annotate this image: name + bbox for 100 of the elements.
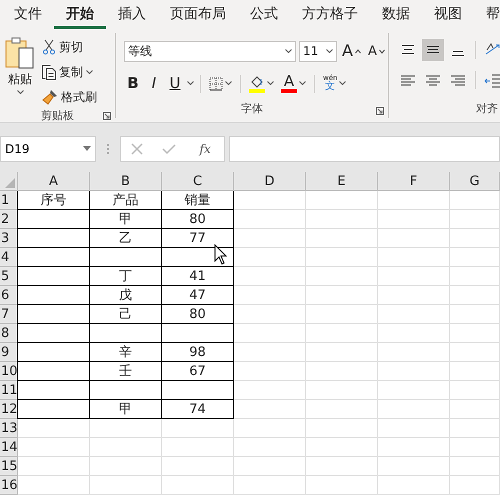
table-cell[interactable] [17, 381, 90, 400]
table-cell[interactable]: 98 [162, 343, 234, 362]
table-cell[interactable] [162, 324, 234, 344]
table-cell[interactable]: 丁 [90, 267, 162, 286]
row-header[interactable]: 7 [0, 305, 18, 324]
table-cell[interactable] [17, 324, 90, 344]
table-cell[interactable]: 己 [90, 305, 162, 324]
row-header[interactable]: 6 [0, 286, 18, 306]
table-cell[interactable]: 序号 [17, 191, 90, 210]
grid-cell[interactable] [450, 267, 500, 286]
ribbon-tab[interactable]: 视图 [422, 0, 474, 29]
table-cell[interactable] [17, 248, 90, 268]
italic-button[interactable]: I [145, 74, 163, 94]
table-cell[interactable]: 甲 [90, 210, 162, 230]
grid-cell[interactable] [378, 286, 450, 306]
grid-cell[interactable] [18, 419, 90, 438]
grid-cell[interactable] [450, 324, 500, 344]
grid-cell[interactable] [450, 419, 500, 438]
ribbon-tab[interactable]: 文件 [2, 0, 54, 29]
grid-cell[interactable] [450, 191, 500, 210]
grid-cell[interactable] [162, 476, 234, 495]
row-header[interactable]: 9 [0, 343, 18, 362]
column-header[interactable]: D [234, 172, 306, 192]
grid-cell[interactable] [306, 286, 378, 306]
table-cell[interactable] [162, 381, 234, 400]
grid-cell[interactable] [306, 362, 378, 382]
grid-cell[interactable] [18, 476, 90, 495]
grid-cell[interactable] [450, 381, 500, 400]
table-cell[interactable] [17, 267, 90, 286]
paste-button[interactable]: 粘贴 [0, 32, 40, 108]
cut-button[interactable]: 剪切 [40, 36, 99, 58]
table-cell[interactable]: 销量 [162, 191, 234, 210]
grid-cell[interactable] [450, 286, 500, 306]
grid-cell[interactable] [378, 362, 450, 382]
grid-cell[interactable] [378, 343, 450, 362]
grid-cell[interactable] [306, 305, 378, 324]
grid-cell[interactable] [234, 305, 306, 324]
grid-cell[interactable] [234, 476, 306, 495]
grow-font-button[interactable]: A [340, 41, 363, 62]
grid-cell[interactable] [306, 343, 378, 362]
grid-cell[interactable] [450, 343, 500, 362]
grid-cell[interactable] [306, 419, 378, 438]
row-header[interactable]: 8 [0, 324, 18, 344]
row-header[interactable]: 3 [0, 229, 18, 248]
grid-cell[interactable] [306, 248, 378, 268]
ribbon-tab[interactable]: 帮 [474, 0, 500, 29]
grid-cell[interactable] [306, 381, 378, 400]
grid-cell[interactable] [450, 210, 500, 230]
table-cell[interactable]: 戊 [90, 286, 162, 306]
align-button[interactable] [422, 38, 444, 61]
table-cell[interactable]: 甲 [90, 400, 162, 420]
insert-function-button[interactable]: fx [196, 138, 214, 159]
table-cell[interactable] [17, 400, 90, 420]
check-icon[interactable] [162, 142, 176, 155]
grid-cell[interactable] [234, 438, 306, 458]
font-color-button[interactable]: A [279, 74, 308, 94]
row-header[interactable]: 11 [0, 381, 18, 400]
grid-cell[interactable] [378, 419, 450, 438]
font-size-field[interactable]: 11 [299, 40, 337, 62]
table-cell[interactable]: 47 [162, 286, 234, 306]
grid-cell[interactable] [18, 457, 90, 476]
grid-cell[interactable] [234, 381, 306, 400]
grid-cell[interactable] [234, 324, 306, 344]
table-cell[interactable]: 80 [162, 305, 234, 324]
grid-cell[interactable] [234, 457, 306, 476]
grid-cell[interactable] [306, 457, 378, 476]
grid-cell[interactable] [378, 267, 450, 286]
grid-cell[interactable] [378, 210, 450, 230]
row-header[interactable]: 16 [0, 476, 18, 495]
grid-cell[interactable] [378, 438, 450, 458]
table-cell[interactable]: 74 [162, 400, 234, 420]
table-cell[interactable]: 产品 [90, 191, 162, 210]
font-name-field[interactable]: 等线 [124, 40, 296, 62]
grid-cell[interactable] [450, 362, 500, 382]
ribbon-tab[interactable]: 公式 [238, 0, 290, 29]
grid-cell[interactable] [162, 438, 234, 458]
grid-cell[interactable] [450, 229, 500, 248]
row-header[interactable]: 14 [0, 438, 18, 458]
row-header[interactable]: 13 [0, 419, 18, 438]
grid-cell[interactable] [234, 248, 306, 268]
column-header[interactable]: C [162, 172, 234, 192]
ribbon-tab[interactable]: 方方格子 [290, 0, 370, 29]
grid-cell[interactable] [162, 457, 234, 476]
name-box[interactable]: D19 [0, 136, 96, 162]
dialog-launcher-icon[interactable] [376, 107, 384, 116]
grid-cell[interactable] [378, 305, 450, 324]
bold-button[interactable]: B [124, 74, 142, 94]
row-header[interactable]: 4 [0, 248, 18, 268]
row-header[interactable]: 10 [0, 362, 18, 382]
grid-cell[interactable] [306, 324, 378, 344]
grid-cell[interactable] [378, 476, 450, 495]
table-cell[interactable]: 80 [162, 210, 234, 230]
grid-cell[interactable] [378, 191, 450, 210]
grid-cell[interactable] [306, 229, 378, 248]
grid-cell[interactable] [18, 438, 90, 458]
grid-cell[interactable] [306, 400, 378, 420]
row-header[interactable]: 2 [0, 210, 18, 230]
grid-cell[interactable] [306, 267, 378, 286]
grid-cell[interactable] [450, 438, 500, 458]
select-all-corner[interactable] [0, 172, 18, 192]
